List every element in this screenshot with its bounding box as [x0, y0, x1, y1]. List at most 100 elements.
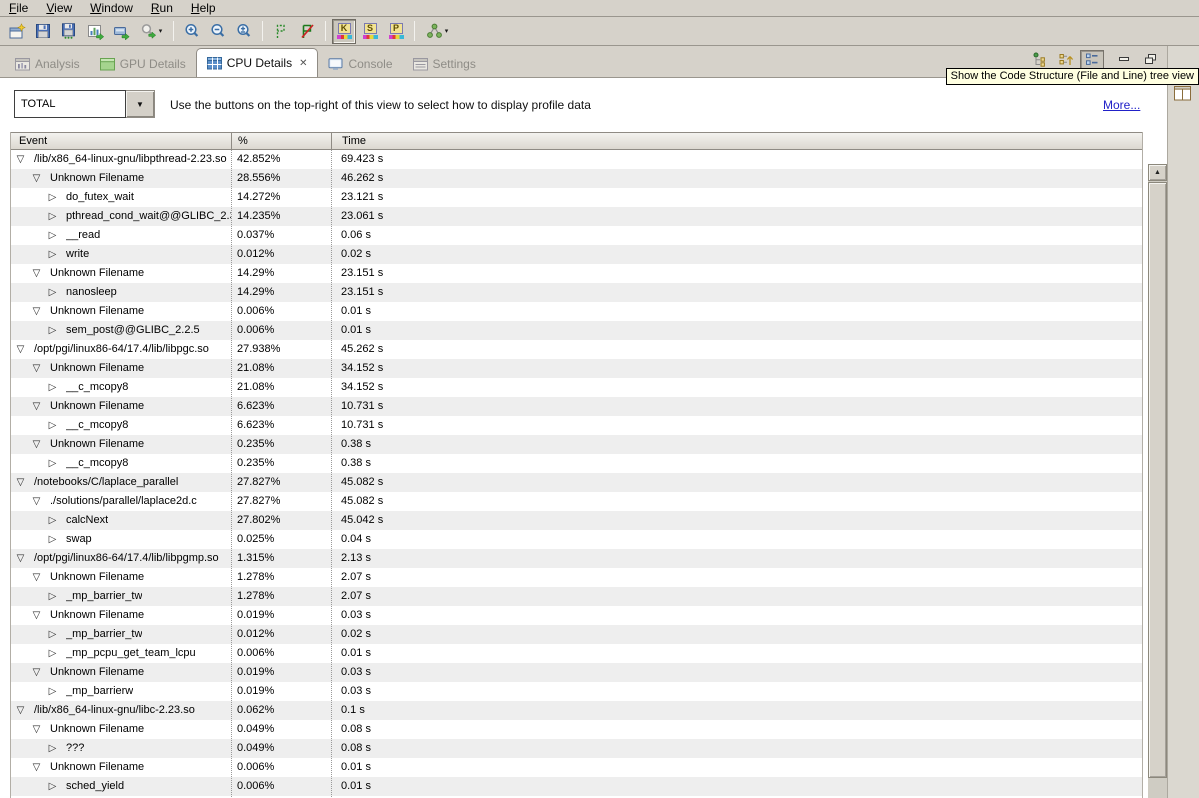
- collapse-twistie-icon[interactable]: ▽: [31, 397, 42, 416]
- collapse-twistie-icon[interactable]: ▽: [31, 169, 42, 188]
- table-row[interactable]: ▽/opt/pgi/linux86-64/17.4/lib/libpgmp.so…: [11, 549, 1142, 568]
- column-header-event[interactable]: Event: [11, 133, 231, 149]
- call-tree-button[interactable]: ▾: [420, 19, 454, 44]
- tab-analysis[interactable]: Analysis: [5, 51, 90, 77]
- table-row[interactable]: ▷__c_mcopy86.623%10.731 s: [11, 416, 1142, 435]
- table-row[interactable]: ▷_mp_barrierw0.019%0.03 s: [11, 682, 1142, 701]
- expand-twistie-icon[interactable]: ▷: [47, 511, 58, 530]
- table-row[interactable]: ▽Unknown Filename0.019%0.03 s: [11, 663, 1142, 682]
- add-flag-button[interactable]: [268, 19, 294, 44]
- more-link[interactable]: More...: [1103, 98, 1140, 112]
- tab-console[interactable]: Console: [318, 51, 402, 77]
- collapse-twistie-icon[interactable]: ▽: [31, 492, 42, 511]
- table-row[interactable]: ▽Unknown Filename6.623%10.731 s: [11, 397, 1142, 416]
- menu-run[interactable]: Run: [142, 0, 182, 17]
- zoom-out-button[interactable]: [205, 19, 231, 44]
- menu-help[interactable]: Help: [182, 0, 225, 17]
- close-icon[interactable]: ✕: [299, 58, 307, 69]
- save-button[interactable]: [30, 19, 56, 44]
- menu-file[interactable]: File: [0, 0, 37, 17]
- collapse-twistie-icon[interactable]: ▽: [31, 758, 42, 777]
- expand-twistie-icon[interactable]: ▷: [47, 682, 58, 701]
- combo-dropdown-button[interactable]: ▼: [126, 90, 155, 118]
- table-row[interactable]: ▷sched_yield0.006%0.01 s: [11, 777, 1142, 796]
- run-analysis-button[interactable]: ▾: [134, 19, 168, 44]
- s-toggle-button[interactable]: S: [358, 19, 382, 44]
- expand-twistie-icon[interactable]: ▷: [47, 625, 58, 644]
- menu-window[interactable]: Window: [81, 0, 142, 17]
- table-row[interactable]: ▷__c_mcopy80.235%0.38 s: [11, 454, 1142, 473]
- expand-twistie-icon[interactable]: ▷: [47, 378, 58, 397]
- table-row[interactable]: ▷__read0.037%0.06 s: [11, 226, 1142, 245]
- table-row[interactable]: ▽Unknown Filename0.006%0.01 s: [11, 302, 1142, 321]
- tab-settings[interactable]: Settings: [403, 51, 486, 77]
- expand-twistie-icon[interactable]: ▷: [47, 416, 58, 435]
- table-row[interactable]: ▷calcNext27.802%45.042 s: [11, 511, 1142, 530]
- collapse-twistie-icon[interactable]: ▽: [31, 663, 42, 682]
- expand-twistie-icon[interactable]: ▷: [47, 644, 58, 663]
- k-toggle-button[interactable]: K: [332, 19, 356, 44]
- table-row[interactable]: ▷write0.012%0.02 s: [11, 245, 1142, 264]
- table-row[interactable]: ▷swap0.025%0.04 s: [11, 530, 1142, 549]
- profile-mode-value[interactable]: TOTAL: [14, 90, 126, 118]
- tab-cpu-details[interactable]: CPU Details ✕: [196, 48, 319, 77]
- table-row[interactable]: ▽Unknown Filename0.049%0.08 s: [11, 720, 1142, 739]
- table-row[interactable]: ▽Unknown Filename0.019%0.03 s: [11, 606, 1142, 625]
- menu-view[interactable]: View: [37, 0, 81, 17]
- table-row[interactable]: ▽Unknown Filename1.278%2.07 s: [11, 568, 1142, 587]
- table-row[interactable]: ▷_mp_pcpu_get_team_lcpu0.006%0.01 s: [11, 644, 1142, 663]
- table-row[interactable]: ▽/lib/x86_64-linux-gnu/libc-2.23.so0.062…: [11, 701, 1142, 720]
- scrollbar-thumb[interactable]: [1148, 182, 1167, 778]
- collapse-twistie-icon[interactable]: ▽: [15, 473, 26, 492]
- collapse-twistie-icon[interactable]: ▽: [31, 435, 42, 454]
- collapse-twistie-icon[interactable]: ▽: [31, 568, 42, 587]
- table-row[interactable]: ▽Unknown Filename28.556%46.262 s: [11, 169, 1142, 188]
- zoom-reset-button[interactable]: [231, 19, 257, 44]
- table-row[interactable]: ▽Unknown Filename0.235%0.38 s: [11, 435, 1142, 454]
- expand-twistie-icon[interactable]: ▷: [47, 530, 58, 549]
- column-header-percent[interactable]: %: [231, 133, 331, 149]
- table-row[interactable]: ▽Unknown Filename14.29%23.151 s: [11, 264, 1142, 283]
- save-as-button[interactable]: [56, 19, 82, 44]
- table-row[interactable]: ▷nanosleep14.29%23.151 s: [11, 283, 1142, 302]
- column-header-time[interactable]: Time: [331, 133, 1142, 149]
- expand-twistie-icon[interactable]: ▷: [47, 777, 58, 796]
- table-row[interactable]: ▽Unknown Filename21.08%34.152 s: [11, 359, 1142, 378]
- caller-tree-view-button[interactable]: [1054, 50, 1078, 69]
- profile-mode-combobox[interactable]: TOTAL ▼: [14, 90, 155, 118]
- restore-view-button[interactable]: [1174, 86, 1191, 101]
- table-row[interactable]: ▽./solutions/parallel/laplace2d.c27.827%…: [11, 492, 1142, 511]
- table-row[interactable]: ▽Unknown Filename0.006%0.01 s: [11, 758, 1142, 777]
- table-row[interactable]: ▷pthread_cond_wait@@GLIBC_2.314.235%23.0…: [11, 207, 1142, 226]
- call-tree-view-button[interactable]: [1028, 50, 1052, 69]
- expand-twistie-icon[interactable]: ▷: [47, 226, 58, 245]
- minimize-view-button[interactable]: [1112, 50, 1136, 69]
- expand-twistie-icon[interactable]: ▷: [47, 188, 58, 207]
- expand-twistie-icon[interactable]: ▷: [47, 587, 58, 606]
- table-row[interactable]: ▽/lib/x86_64-linux-gnu/libpthread-2.23.s…: [11, 150, 1142, 169]
- collapse-twistie-icon[interactable]: ▽: [31, 720, 42, 739]
- expand-twistie-icon[interactable]: ▷: [47, 283, 58, 302]
- collapse-twistie-icon[interactable]: ▽: [31, 302, 42, 321]
- collapse-twistie-icon[interactable]: ▽: [31, 264, 42, 283]
- vertical-scrollbar[interactable]: ▲ ▼: [1148, 164, 1167, 798]
- expand-twistie-icon[interactable]: ▷: [47, 245, 58, 264]
- collapse-twistie-icon[interactable]: ▽: [15, 701, 26, 720]
- profile-application-button[interactable]: [82, 19, 108, 44]
- expand-twistie-icon[interactable]: ▷: [47, 321, 58, 340]
- code-structure-view-button[interactable]: [1080, 50, 1104, 69]
- table-row[interactable]: ▽/opt/pgi/linux86-64/17.4/lib/libpgc.so2…: [11, 340, 1142, 359]
- collapse-twistie-icon[interactable]: ▽: [15, 549, 26, 568]
- table-row[interactable]: ▽/notebooks/C/laplace_parallel27.827%45.…: [11, 473, 1142, 492]
- zoom-in-button[interactable]: [179, 19, 205, 44]
- table-row[interactable]: ▷???0.049%0.08 s: [11, 739, 1142, 758]
- expand-twistie-icon[interactable]: ▷: [47, 739, 58, 758]
- collapse-twistie-icon[interactable]: ▽: [15, 340, 26, 359]
- scroll-up-button[interactable]: ▲: [1148, 164, 1167, 181]
- import-timeline-button[interactable]: [108, 19, 134, 44]
- table-row[interactable]: ▷do_futex_wait14.272%23.121 s: [11, 188, 1142, 207]
- collapse-twistie-icon[interactable]: ▽: [15, 150, 26, 169]
- tab-gpu-details[interactable]: GPU Details: [90, 51, 196, 77]
- expand-twistie-icon[interactable]: ▷: [47, 454, 58, 473]
- new-session-button[interactable]: [4, 19, 30, 44]
